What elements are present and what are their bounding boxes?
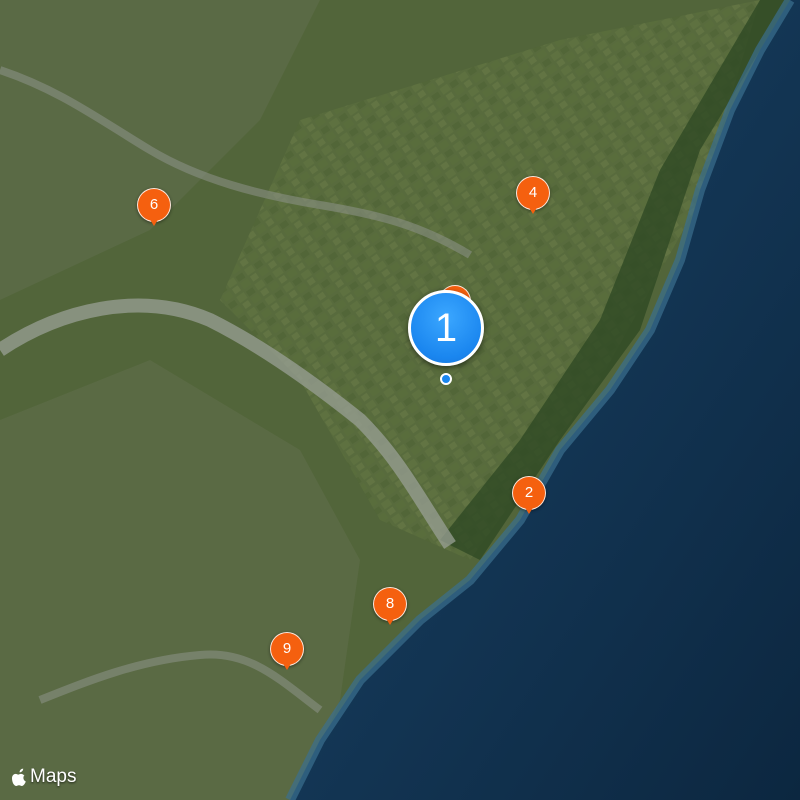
pin-tail [282, 662, 292, 670]
map-pin-8[interactable]: 8 [373, 587, 407, 631]
map-pin-1[interactable]: 1 [408, 290, 484, 385]
map-pin-6[interactable]: 6 [137, 188, 171, 232]
pin-label: 2 [512, 476, 546, 510]
pin-label: 9 [270, 632, 304, 666]
pin-tail [528, 206, 538, 214]
pin-label: 1 [408, 290, 484, 366]
map-pin-4[interactable]: 4 [516, 176, 550, 220]
satellite-imagery [0, 0, 800, 800]
apple-logo-icon [12, 768, 26, 786]
map-view[interactable]: 4 6 2 8 9 1 Maps [0, 0, 800, 800]
map-pin-2[interactable]: 2 [512, 476, 546, 520]
map-pin-9[interactable]: 9 [270, 632, 304, 676]
pin-tail [524, 506, 534, 514]
attribution-text: Maps [30, 766, 77, 787]
pin-tail [149, 218, 159, 226]
pin-label: 4 [516, 176, 550, 210]
pin-label: 8 [373, 587, 407, 621]
pin-label: 6 [137, 188, 171, 222]
pin-tail [385, 617, 395, 625]
maps-attribution[interactable]: Maps [12, 766, 76, 788]
location-dot [440, 373, 452, 385]
